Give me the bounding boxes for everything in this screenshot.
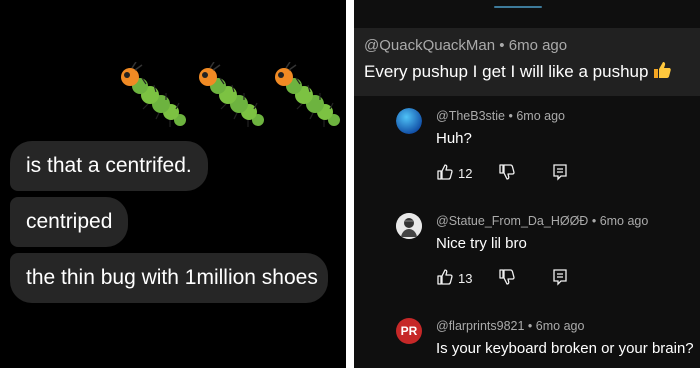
chat-panel: is that a centrifed. centriped the thin … [0, 0, 346, 368]
comment-meta: @QuackQuackMan • 6mo ago [364, 37, 567, 54]
comment-author[interactable]: @flarprints9821 [436, 319, 524, 333]
caterpillar-emoji [121, 62, 186, 127]
comment-time: 6mo ago [516, 109, 565, 123]
drag-handle[interactable] [494, 6, 542, 8]
reply-icon[interactable] [552, 163, 568, 181]
avatar[interactable]: PR [396, 318, 422, 344]
message-bubble[interactable]: the thin bug with 1million shoes [10, 253, 328, 303]
like-count: 13 [458, 271, 473, 286]
comment-meta: @TheB3stie • 6mo ago [436, 109, 565, 123]
caterpillar-emoji [199, 62, 264, 127]
comment-text: Is your keyboard broken or your brain? [436, 340, 694, 357]
comment-meta: @flarprints9821 • 6mo ago [436, 319, 584, 333]
like-icon[interactable] [436, 163, 454, 181]
comment-time: 6mo ago [508, 37, 568, 54]
caterpillar-emoji [275, 62, 340, 127]
comment-text: Huh? [436, 130, 472, 147]
comments-panel: @QuackQuackMan • 6mo ago Every pushup I … [354, 0, 700, 368]
dislike-icon[interactable] [498, 268, 516, 286]
comment-text: Every pushup I get I will like a pushup [364, 60, 672, 82]
caterpillar-emoji-row [118, 62, 346, 138]
avatar[interactable] [396, 108, 422, 134]
reply-comment: PR @flarprints9821 • 6mo ago Is your key… [396, 318, 700, 368]
comment-author[interactable]: @QuackQuackMan [364, 37, 495, 54]
thumbs-up-emoji-icon [654, 62, 672, 78]
comment-actions: 12 [436, 163, 576, 183]
meta-separator: • [527, 319, 533, 333]
reply-comment: @TheB3stie • 6mo ago Huh? 12 [396, 108, 700, 188]
message-bubble[interactable]: centriped [10, 197, 129, 247]
comment-time: 6mo ago [599, 214, 649, 228]
comment-actions: 13 [436, 268, 576, 288]
like-icon[interactable] [436, 268, 454, 286]
comment-meta: @Statue_From_Da_ΗØØÐ • 6mo ago [436, 214, 648, 228]
comment-text: Nice try lil bro [436, 235, 527, 252]
avatar[interactable] [396, 213, 422, 239]
meta-separator: • [591, 214, 597, 228]
like-count: 12 [458, 166, 473, 181]
highlighted-comment[interactable]: @QuackQuackMan • 6mo ago Every pushup I … [354, 28, 700, 96]
comment-author[interactable]: @TheB3stie [436, 109, 505, 123]
reply-icon[interactable] [552, 268, 568, 286]
comment-body: Every pushup I get I will like a pushup [364, 62, 649, 81]
comment-time: 6mo ago [535, 319, 585, 333]
comment-author[interactable]: @Statue_From_Da_ΗØØÐ [436, 214, 588, 228]
meta-separator: • [499, 37, 505, 54]
message-bubble[interactable]: is that a centrifed. [10, 141, 208, 191]
meta-separator: • [508, 109, 513, 123]
reply-comment: @Statue_From_Da_ΗØØÐ • 6mo ago Nice try … [396, 213, 700, 293]
dislike-icon[interactable] [498, 163, 516, 181]
